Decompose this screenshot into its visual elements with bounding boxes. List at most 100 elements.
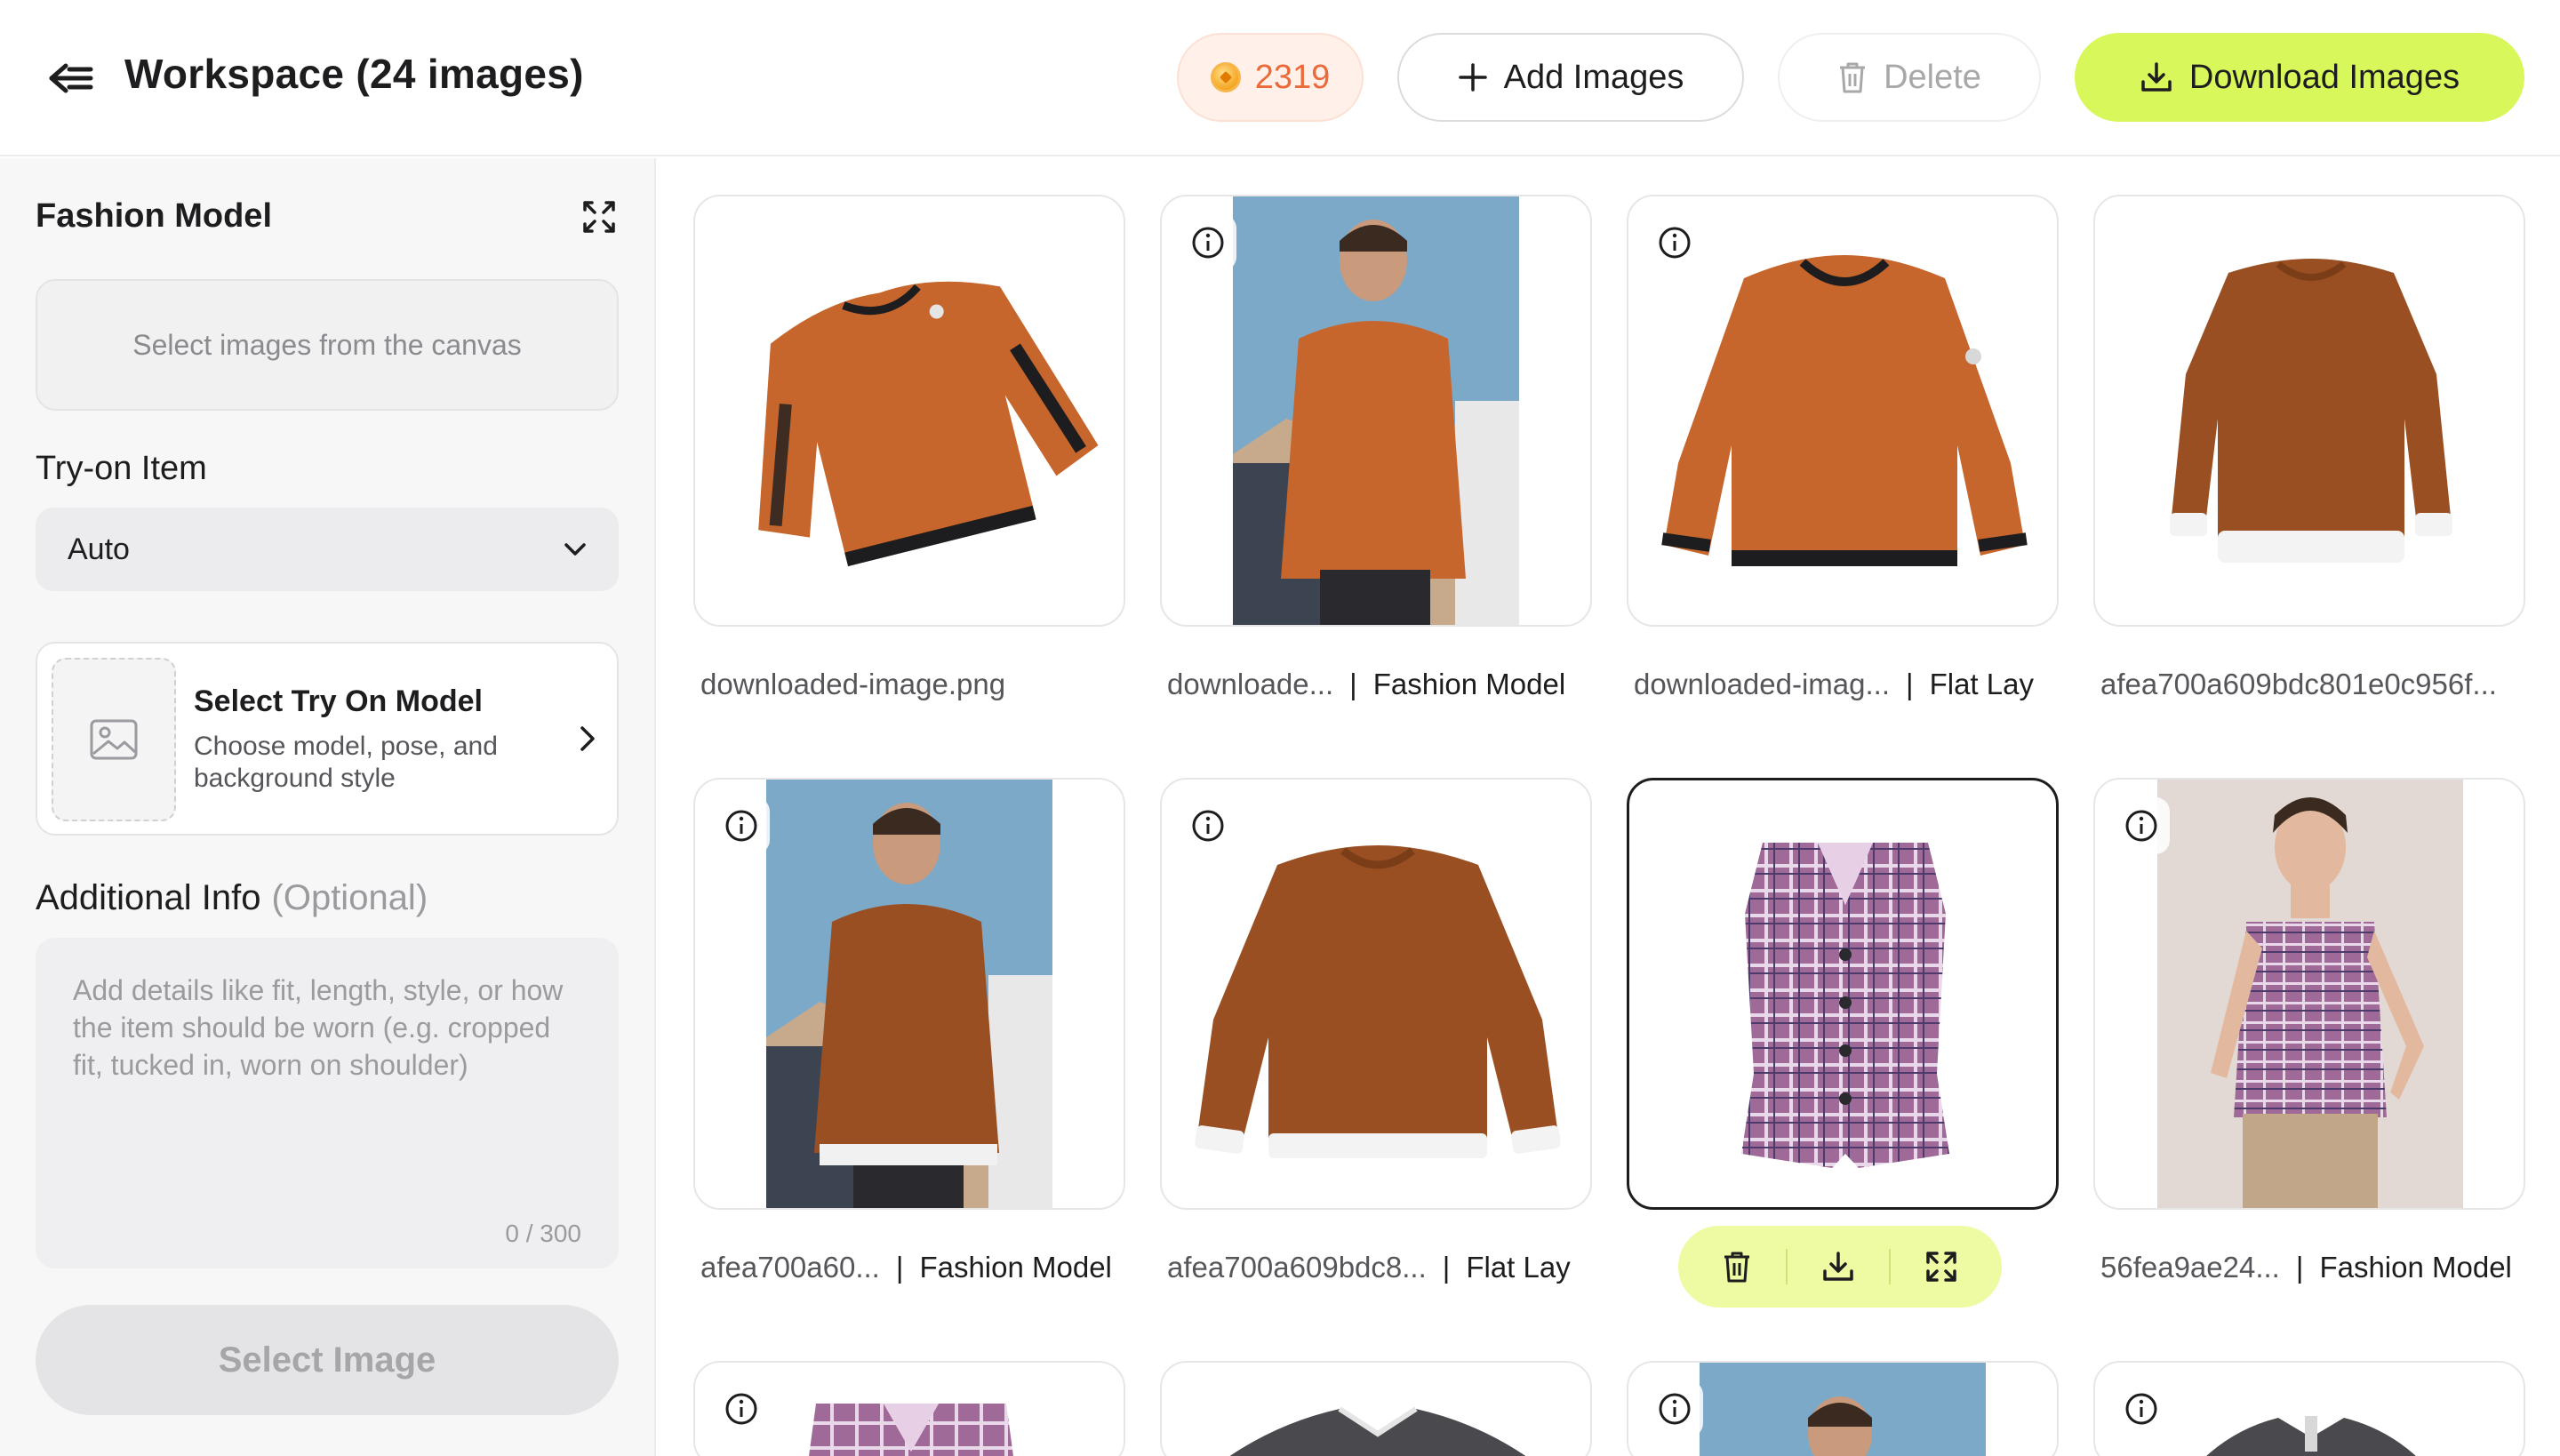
info-icon bbox=[725, 1393, 757, 1425]
tryon-item-value: Auto bbox=[68, 532, 130, 566]
info-icon bbox=[1192, 227, 1224, 259]
select-image-label: Select Image bbox=[218, 1340, 436, 1380]
jacket-image bbox=[1229, 1406, 1526, 1456]
image-filename: downloade... bbox=[1167, 668, 1334, 700]
model-photo bbox=[2157, 780, 2463, 1208]
download-icon[interactable] bbox=[1821, 1250, 1855, 1284]
select-model-card[interactable]: Select Try On Model Choose model, pose, … bbox=[36, 642, 619, 836]
info-button[interactable] bbox=[713, 1380, 770, 1437]
info-button[interactable] bbox=[2113, 1380, 2170, 1437]
actions-divider bbox=[1786, 1249, 1788, 1284]
image-tag: Fashion Model bbox=[1372, 668, 1566, 700]
info-icon bbox=[725, 810, 757, 842]
optional-label: (Optional) bbox=[271, 878, 428, 917]
image-card[interactable] bbox=[2093, 778, 2525, 1210]
image-card[interactable] bbox=[693, 1361, 1125, 1456]
info-icon bbox=[1659, 227, 1691, 259]
caption-separator: | bbox=[1906, 668, 1914, 700]
info-button[interactable] bbox=[2113, 797, 2170, 854]
select-model-subtitle: Choose model, pose, and background style bbox=[194, 732, 498, 793]
info-button[interactable] bbox=[713, 797, 770, 854]
model-photo-image bbox=[1700, 1363, 1986, 1456]
credits-badge[interactable]: 2319 bbox=[1177, 33, 1364, 122]
image-card[interactable] bbox=[1627, 195, 2059, 627]
add-images-button[interactable]: Add Images bbox=[1397, 33, 1744, 122]
coin-icon bbox=[1210, 62, 1241, 92]
info-icon bbox=[1659, 1393, 1691, 1425]
caption-separator: | bbox=[2295, 1251, 2304, 1284]
download-images-label: Download Images bbox=[2188, 58, 2460, 96]
image-card[interactable] bbox=[693, 778, 1125, 1210]
caption-separator: | bbox=[1349, 668, 1357, 700]
image-filename: afea700a60... bbox=[700, 1251, 880, 1284]
panel-title: Fashion Model bbox=[36, 197, 272, 235]
image-placeholder-icon bbox=[90, 719, 138, 760]
char-counter: 0 / 300 bbox=[505, 1220, 581, 1247]
image-tag: Flat Lay bbox=[1466, 1251, 1571, 1284]
back-arrow-icon[interactable] bbox=[46, 59, 94, 98]
vest-image bbox=[1741, 843, 1949, 1168]
image-caption: downloaded-imag... | Flat Lay bbox=[1634, 665, 2034, 704]
tryon-item-label: Try-on Item bbox=[36, 450, 207, 487]
image-filename: afea700a609bdc8... bbox=[1167, 1251, 1427, 1284]
additional-info-textarea[interactable]: Add details like fit, length, style, or … bbox=[36, 938, 619, 1268]
add-images-label: Add Images bbox=[1503, 58, 1684, 96]
info-button[interactable] bbox=[1646, 1380, 1703, 1437]
caption-separator: | bbox=[895, 1251, 904, 1284]
workspace-title: Workspace (24 images) bbox=[124, 51, 584, 97]
download-images-button[interactable]: Download Images bbox=[2075, 33, 2524, 122]
image-card[interactable] bbox=[2093, 195, 2525, 627]
info-button[interactable] bbox=[1180, 214, 1236, 271]
image-tag: Fashion Model bbox=[919, 1251, 1112, 1284]
model-photo bbox=[1700, 1363, 1986, 1456]
image-tag: Flat Lay bbox=[1929, 668, 2034, 700]
model-photo bbox=[1233, 196, 1519, 625]
collapse-icon[interactable] bbox=[581, 199, 617, 235]
image-card-selected[interactable] bbox=[1627, 778, 2059, 1210]
image-card[interactable] bbox=[2093, 1361, 2525, 1456]
trash-icon[interactable] bbox=[1722, 1250, 1752, 1284]
image-caption: downloade... | Fashion Model bbox=[1167, 665, 1565, 704]
info-button[interactable] bbox=[1180, 797, 1236, 854]
model-photo-image bbox=[1233, 196, 1519, 625]
card-actions-bar bbox=[1678, 1226, 2002, 1308]
select-model-title: Select Try On Model bbox=[194, 684, 483, 718]
image-filename: downloaded-imag... bbox=[1634, 668, 1891, 700]
tryon-item-select[interactable]: Auto bbox=[36, 508, 619, 591]
image-caption: 56fea9ae24... | Fashion Model bbox=[2100, 1248, 2512, 1287]
delete-button[interactable]: Delete bbox=[1778, 33, 2041, 122]
image-caption: afea700a609bdc801e0c956f... bbox=[2100, 665, 2497, 704]
model-thumbnail-placeholder bbox=[52, 658, 176, 821]
model-photo-image bbox=[2157, 780, 2463, 1208]
image-filename: 56fea9ae24... bbox=[2100, 1251, 2280, 1284]
caption-separator: | bbox=[1442, 1251, 1451, 1284]
image-caption: downloaded-image.png bbox=[700, 665, 1005, 704]
image-card[interactable] bbox=[1160, 1361, 1592, 1456]
top-bar: Workspace (24 images) 2319 Add Images De… bbox=[0, 0, 2560, 156]
credits-value: 2319 bbox=[1254, 58, 1331, 96]
info-icon bbox=[2125, 1393, 2157, 1425]
image-filename: downloaded-image.png bbox=[700, 668, 1006, 700]
delete-label: Delete bbox=[1884, 58, 1981, 96]
image-card[interactable] bbox=[1160, 778, 1592, 1210]
image-card[interactable] bbox=[1160, 195, 1592, 627]
expand-icon[interactable] bbox=[1924, 1250, 1958, 1284]
sweater-image bbox=[758, 281, 1099, 567]
image-caption: afea700a609bdc8... | Flat Lay bbox=[1167, 1248, 1571, 1287]
info-button[interactable] bbox=[1646, 214, 1703, 271]
canvas-selection-box[interactable]: Select images from the canvas bbox=[36, 279, 619, 411]
image-filename: afea700a609bdc801e0c956f... bbox=[2100, 668, 2497, 700]
chevron-right-icon bbox=[580, 726, 595, 751]
chevron-down-icon bbox=[564, 543, 586, 556]
image-card[interactable] bbox=[693, 195, 1125, 627]
image-caption: afea700a60... | Fashion Model bbox=[700, 1248, 1112, 1287]
download-icon bbox=[2141, 62, 2172, 92]
image-card[interactable] bbox=[1627, 1361, 2059, 1456]
actions-divider bbox=[1889, 1249, 1891, 1284]
sweater-image bbox=[2170, 259, 2452, 563]
sidebar-panel: Fashion Model Select images from the can… bbox=[0, 158, 656, 1456]
additional-info-text: Additional Info bbox=[36, 878, 261, 917]
select-image-button[interactable]: Select Image bbox=[36, 1305, 619, 1415]
info-icon bbox=[1192, 810, 1224, 842]
image-tag: Fashion Model bbox=[2319, 1251, 2512, 1284]
